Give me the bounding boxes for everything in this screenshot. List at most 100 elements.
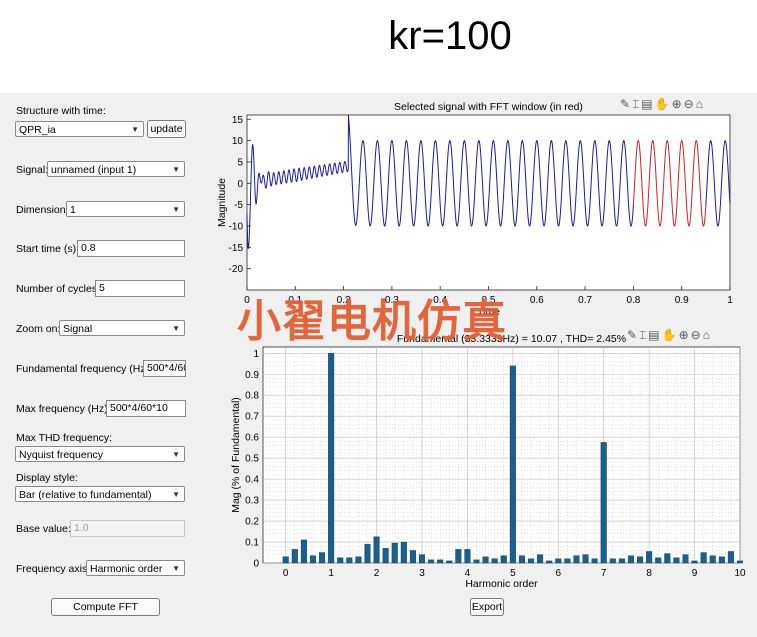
fft-bar (582, 554, 589, 564)
fft-bar (319, 552, 326, 564)
fft-bar (555, 558, 562, 564)
fft-bar (691, 560, 698, 564)
y-tick-label: -15 (229, 243, 244, 254)
y-tick-label: 0.4 (245, 475, 259, 486)
data-tip-icon[interactable]: ⌶ (639, 328, 647, 343)
x-tick-label: 0.6 (530, 295, 544, 306)
fft-bar (700, 552, 707, 564)
fft-bar (400, 541, 407, 564)
fft-bar (646, 551, 653, 564)
fft-bar (637, 556, 644, 564)
x-tick-label: 0.9 (675, 295, 689, 306)
fft-bar (364, 543, 371, 564)
fft-bar (409, 550, 416, 564)
y-tick-label: 0 (253, 559, 259, 570)
fft-bar (473, 559, 480, 564)
y-tick-label: 10 (232, 136, 244, 147)
fft-bar (546, 560, 553, 564)
home-icon[interactable]: ⌂ (703, 328, 711, 342)
fft-bar (682, 554, 689, 564)
x-tick-label: 0.7 (578, 295, 592, 306)
pen-icon[interactable]: ✎ (627, 328, 638, 342)
y-tick-label: -5 (234, 200, 243, 211)
fft-bar (464, 549, 471, 564)
y-tick-label: 5 (237, 157, 243, 168)
fft-bar (618, 558, 625, 564)
zoom-out-icon[interactable]: ⊖ (691, 328, 702, 342)
fft-bar (391, 542, 398, 564)
pan-hand-icon[interactable]: ✋ (662, 328, 678, 342)
fft-bar (509, 365, 516, 564)
fft-bar (528, 558, 535, 564)
zoom-out-icon[interactable]: ⊖ (684, 97, 695, 111)
x-tick-label: 10 (734, 568, 746, 579)
x-tick-label: 2 (374, 568, 380, 579)
x-axis-label: Harmonic order (465, 578, 538, 590)
x-tick-label: 3 (419, 568, 425, 579)
fft-bar (718, 556, 725, 564)
zoom-in-icon[interactable]: ⊕ (672, 97, 683, 111)
fft-bar (455, 549, 462, 564)
fft-bar (328, 353, 335, 564)
fft-bar (518, 555, 525, 564)
fft-bar (309, 555, 316, 564)
brush-icon[interactable]: ▤ (641, 97, 653, 111)
fft-bar (437, 559, 444, 564)
zoom-in-icon[interactable]: ⊕ (679, 328, 690, 342)
fft-bar (491, 558, 498, 564)
fft-bar (727, 551, 734, 564)
brush-icon[interactable]: ▤ (648, 328, 660, 342)
fft-bar (655, 557, 662, 564)
x-tick-label: 6 (556, 568, 562, 579)
fft-bar (382, 548, 389, 564)
fft-bar (664, 553, 671, 564)
fft-bar (600, 442, 607, 564)
x-tick-label: 9 (692, 568, 698, 579)
home-icon[interactable]: ⌂ (696, 97, 704, 111)
fft-plot-area (262, 346, 741, 564)
fft-bar (591, 558, 598, 564)
x-tick-label: 1 (727, 295, 733, 306)
fft-bar (609, 558, 616, 564)
fft-bar (446, 560, 453, 564)
y-tick-label: -20 (229, 264, 244, 275)
fft-bar (355, 556, 362, 564)
fft-bar (428, 559, 435, 564)
fft-bar (482, 556, 489, 564)
fft-bar (736, 560, 744, 564)
data-tip-icon[interactable]: ⌶ (632, 97, 640, 112)
fft-bar (346, 557, 353, 564)
time-plot-title: Selected signal with FFT window (in red) (394, 101, 583, 113)
y-tick-label: -10 (229, 221, 244, 232)
fft-bar (673, 557, 680, 564)
fft-bar (373, 536, 380, 564)
y-tick-label: 1 (253, 349, 259, 360)
fft-bar (564, 558, 571, 564)
fft-bar (500, 555, 507, 564)
y-tick-label: 0.5 (245, 454, 259, 465)
fft-bar (627, 555, 634, 564)
fft-bar (573, 555, 580, 564)
x-tick-label: 0 (283, 568, 289, 579)
pan-hand-icon[interactable]: ✋ (655, 97, 671, 111)
y-tick-label: 0.3 (245, 496, 259, 507)
plot-toolbar-bottom: ✎⌶▤✋⊕⊖⌂ (627, 328, 712, 343)
y-tick-label: 0.9 (245, 370, 259, 381)
fft-bar (282, 556, 289, 564)
y-tick-label: 0.2 (245, 517, 259, 528)
y-tick-label: 0.6 (245, 433, 259, 444)
pen-icon[interactable]: ✎ (620, 97, 631, 111)
fft-bar (709, 555, 716, 564)
watermark-text: 小翟电机仿真 (237, 296, 507, 347)
y-tick-label: 15 (232, 115, 244, 126)
y-tick-label: 0 (237, 179, 243, 190)
plot-toolbar-top: ✎⌶▤✋⊕⊖⌂ (620, 97, 705, 112)
fft-bar (300, 539, 307, 564)
y-tick-label: 0.1 (245, 538, 259, 549)
fft-bar-plot[interactable]: 10.90.80.70.60.50.40.30.20.100 1 2 3 4 5 6 7 8 9 1… (230, 333, 746, 590)
y-tick-label: 0.8 (245, 391, 259, 402)
x-tick-label: 1 (328, 568, 334, 579)
fft-bar (291, 549, 298, 564)
y-axis-label: Mag (% of Fundamental) (230, 397, 242, 513)
x-tick-label: 0.8 (626, 295, 640, 306)
